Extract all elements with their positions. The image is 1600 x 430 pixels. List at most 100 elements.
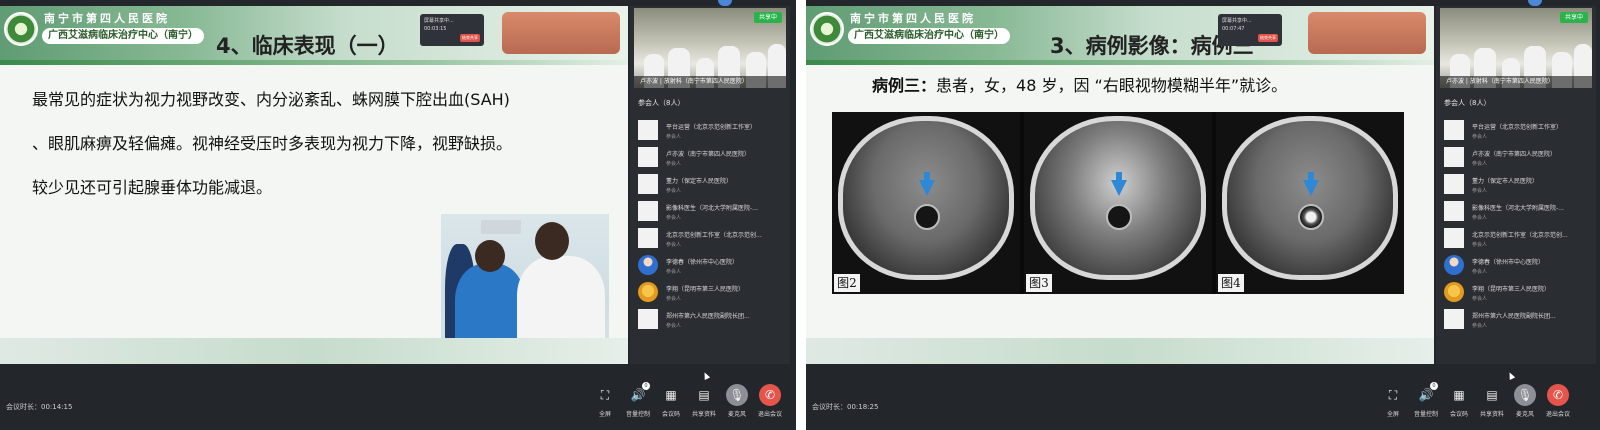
qr-code-icon: ▦ bbox=[665, 388, 677, 402]
participant-item[interactable]: 北京示范创新工作室（北京示范创... 参会人 bbox=[1444, 226, 1592, 253]
participant-role: 参会人 bbox=[1472, 161, 1488, 167]
microphone-icon: 🎙 bbox=[726, 384, 748, 406]
case-text: 患者，女，48 岁，因 “右眼视物模糊半年”就诊。 bbox=[936, 76, 1288, 95]
participant-item[interactable]: 董力（保定市人民医院） 参会人 bbox=[1444, 172, 1592, 199]
stop-share-button[interactable]: 结束共享 bbox=[1258, 34, 1278, 42]
microphone-icon: 🎙 bbox=[1514, 384, 1536, 406]
meeting-duration: 会议时长：00:14:15 bbox=[6, 403, 73, 411]
control-label: 退出会议 bbox=[757, 411, 782, 418]
participant-item[interactable]: 平台运营（北京示范创新工作室） 参会人 bbox=[638, 118, 786, 145]
slide-header: 南宁市第四人民医院 广西艾滋病临床治疗中心（南宁） 4、临床表现（一） bbox=[0, 6, 628, 60]
participant-name: 平台运营（北京示范创新工作室） bbox=[666, 124, 757, 131]
shared-slide: 南宁市第四人民医院 广西艾滋病临床治疗中心（南宁） 3、病例影像：病例三 屏幕共… bbox=[806, 6, 1434, 364]
participant-role: 参会人 bbox=[1472, 134, 1488, 140]
hang-up-button[interactable]: ✆ 退出会议 bbox=[753, 384, 787, 418]
participant-item[interactable]: 影像科医生（河北大学附属医院-... 参会人 bbox=[638, 199, 786, 226]
avatar bbox=[638, 255, 658, 275]
video-caption: 卢亦波 | 放射科（南宁市第四人民医院） bbox=[634, 76, 786, 88]
fullscreen-icon: ⛶ bbox=[1388, 388, 1398, 402]
avatar bbox=[1444, 309, 1464, 329]
avatar bbox=[638, 201, 658, 221]
control-label: 麦克风 bbox=[1515, 411, 1534, 418]
participant-item[interactable]: 卢亦波（南宁市第四人民医院） 参会人 bbox=[638, 145, 786, 172]
participant-item[interactable]: 影像科医生（河北大学附属医院-... 参会人 bbox=[1444, 199, 1592, 226]
header-divider bbox=[0, 60, 628, 65]
participant-list: 平台运营（北京示范创新工作室） 参会人 卢亦波（南宁市第四人民医院） 参会人 董力（保定… bbox=[638, 118, 786, 334]
control-label: 会议码 bbox=[1449, 411, 1468, 418]
participant-name: 李翔（昆明市第三人民医院） bbox=[1472, 286, 1551, 293]
slide-footer-band bbox=[806, 338, 1434, 364]
fullscreen-button[interactable]: ⛶ 全屏 bbox=[588, 384, 622, 418]
participant-list: 平台运营（北京示范创新工作室） 参会人 卢亦波（南宁市第四人民医院） 参会人 董力（保定… bbox=[1444, 118, 1592, 334]
participant-item[interactable]: 郑州市第六人民医院副院长团... 参会人 bbox=[638, 307, 786, 334]
volume-badge: 0 bbox=[642, 382, 650, 390]
control-label: 音量控制 bbox=[1413, 411, 1438, 418]
side-panel: 共享中 卢亦波 | 放射科（南宁市第四人民医院） 参会人（8人） 平台运营（北京… bbox=[1436, 6, 1596, 364]
fullscreen-button[interactable]: ⛶ 全屏 bbox=[1376, 384, 1410, 418]
participant-item[interactable]: 李德春（徐州市中心医院） 参会人 bbox=[1444, 253, 1592, 280]
speaker-video[interactable]: 共享中 卢亦波 | 放射科（南宁市第四人民医院） bbox=[634, 8, 786, 88]
hang-up-button[interactable]: ✆ 退出会议 bbox=[1541, 384, 1575, 418]
participant-name: 北京示范创新工作室（北京示范创... bbox=[1472, 232, 1568, 239]
control-label: 麦克风 bbox=[727, 411, 746, 418]
slide-title: 4、临床表现（一） bbox=[216, 34, 399, 58]
side-panel: 共享中 卢亦波 | 放射科（南宁市第四人民医院） 参会人（8人） 平台运营（北京… bbox=[630, 6, 790, 364]
participant-name: 郑州市第六人民医院副院长团... bbox=[1472, 313, 1556, 320]
participant-role: 参会人 bbox=[666, 296, 682, 302]
document-button[interactable]: ▤ 共享资料 bbox=[687, 384, 721, 418]
qr-code-button[interactable]: ▦ 会议码 bbox=[654, 384, 688, 418]
hang-up-icon: ✆ bbox=[1547, 384, 1569, 406]
volume-button[interactable]: 🔊 0 音量控制 bbox=[621, 382, 655, 418]
avatar bbox=[638, 120, 658, 140]
microphone-button[interactable]: 🎙 麦克风 bbox=[720, 384, 754, 418]
volume-button[interactable]: 🔊 0 音量控制 bbox=[1409, 382, 1443, 418]
popup-title: 屏幕共享中... bbox=[424, 18, 454, 24]
stop-share-button[interactable]: 结束共享 bbox=[460, 34, 480, 42]
avatar bbox=[638, 174, 658, 194]
qr-code-button[interactable]: ▦ 会议码 bbox=[1442, 384, 1476, 418]
slide-paragraph: 最常见的症状为视力视野改变、内分泌紊乱、蛛网膜下腔出血(SAH) 、眼肌麻痹及轻… bbox=[32, 90, 513, 197]
participant-item[interactable]: 李翔（昆明市第三人民医院） 参会人 bbox=[638, 280, 786, 307]
shared-slide: 南宁市第四人民医院 广西艾滋病临床治疗中心（南宁） 4、临床表现（一） 屏幕共享… bbox=[0, 6, 628, 364]
document-icon: ▤ bbox=[1486, 388, 1498, 402]
calligraphy-banner bbox=[1308, 12, 1426, 54]
figure-label: 图3 bbox=[1026, 274, 1052, 292]
fullscreen-icon: ⛶ bbox=[600, 388, 610, 402]
control-label: 共享资料 bbox=[691, 411, 716, 418]
center-name: 广西艾滋病临床治疗中心（南宁） bbox=[848, 28, 1010, 44]
participant-item[interactable]: 北京示范创新工作室（北京示范创... 参会人 bbox=[638, 226, 786, 253]
participant-role: 参会人 bbox=[1472, 188, 1488, 194]
participant-item[interactable]: 董力（保定市人民医院） 参会人 bbox=[638, 172, 786, 199]
participant-name: 北京示范创新工作室（北京示范创... bbox=[666, 232, 762, 239]
hospital-logo-icon bbox=[810, 12, 844, 46]
avatar bbox=[1444, 174, 1464, 194]
bottom-toolbar: 会议时长：00:18:25 ⛶ 全屏 🔊 0 音量控制 ▦ 会议码 ▤ 共享资料 🎙 麦克风 ✆ 退出会… bbox=[806, 364, 1600, 430]
slide-footer-band bbox=[0, 338, 628, 364]
speaker-video[interactable]: 共享中 卢亦波 | 放射科（南宁市第四人民医院） bbox=[1440, 8, 1592, 88]
participant-role: 参会人 bbox=[1472, 296, 1488, 302]
participant-item[interactable]: 卢亦波（南宁市第四人民医院） 参会人 bbox=[1444, 145, 1592, 172]
participant-item[interactable]: 李翔（昆明市第三人民医院） 参会人 bbox=[1444, 280, 1592, 307]
participant-item[interactable]: 李德春（徐州市中心医院） 参会人 bbox=[638, 253, 786, 280]
avatar bbox=[638, 147, 658, 167]
participant-name: 卢亦波（南宁市第四人民医院） bbox=[666, 151, 751, 158]
participant-item[interactable]: 郑州市第六人民医院副院长团... 参会人 bbox=[1444, 307, 1592, 334]
volume-badge: 0 bbox=[1430, 382, 1438, 390]
participant-role: 参会人 bbox=[666, 161, 682, 167]
participants-header: 参会人（8人） bbox=[638, 99, 685, 107]
center-name: 广西艾滋病临床治疗中心（南宁） bbox=[42, 28, 204, 44]
participant-name: 董力（保定市人民医院） bbox=[666, 178, 733, 185]
control-label: 全屏 bbox=[1386, 411, 1399, 418]
screen-share-popup: 屏幕共享中... 00:03:15 结束共享 bbox=[420, 14, 484, 46]
meeting-window-right: 南宁市第四人民医院 广西艾滋病临床治疗中心（南宁） 3、病例影像：病例三 屏幕共… bbox=[806, 0, 1600, 430]
participant-item[interactable]: 平台运营（北京示范创新工作室） 参会人 bbox=[1444, 118, 1592, 145]
document-button[interactable]: ▤ 共享资料 bbox=[1475, 384, 1509, 418]
microphone-button[interactable]: 🎙 麦克风 bbox=[1508, 384, 1542, 418]
participant-name: 郑州市第六人民医院副院长团... bbox=[666, 313, 750, 320]
participant-role: 参会人 bbox=[666, 323, 682, 329]
participant-name: 平台运营（北京示范创新工作室） bbox=[1472, 124, 1563, 131]
avatar bbox=[638, 282, 658, 302]
meeting-window-left: 南宁市第四人民医院 广西艾滋病临床治疗中心（南宁） 4、临床表现（一） 屏幕共享… bbox=[0, 0, 796, 430]
participant-name: 影像科医生（河北大学附属医院-... bbox=[1472, 205, 1564, 212]
participant-role: 参会人 bbox=[666, 269, 682, 275]
